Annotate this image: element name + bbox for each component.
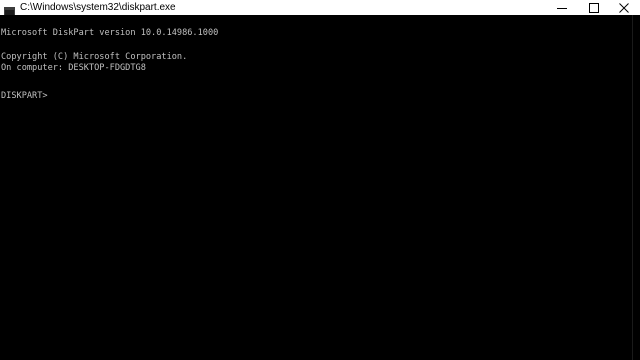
command-input[interactable] [48, 87, 248, 98]
console-window: C:\Windows\system32\diskpart.exe Microso… [0, 0, 640, 360]
minimize-button[interactable] [548, 0, 576, 15]
window-title: C:\Windows\system32\diskpart.exe [20, 2, 176, 13]
diskpart-prompt: DISKPART> [1, 91, 48, 101]
computer-name-line: On computer: DESKTOP-FDGDTG8 [1, 63, 146, 73]
version-line: Microsoft DiskPart version 10.0.14986.10… [1, 28, 219, 38]
console-app-icon[interactable] [4, 2, 15, 17]
close-button[interactable] [608, 0, 640, 15]
prompt-line: DISKPART> [1, 87, 248, 103]
title-bar[interactable]: C:\Windows\system32\diskpart.exe [0, 0, 640, 17]
maximize-button[interactable] [580, 0, 608, 15]
console-output-area[interactable]: Microsoft DiskPart version 10.0.14986.10… [0, 15, 632, 360]
vertical-scrollbar[interactable] [632, 15, 640, 360]
copyright-line: Copyright (C) Microsoft Corporation. [1, 52, 188, 62]
